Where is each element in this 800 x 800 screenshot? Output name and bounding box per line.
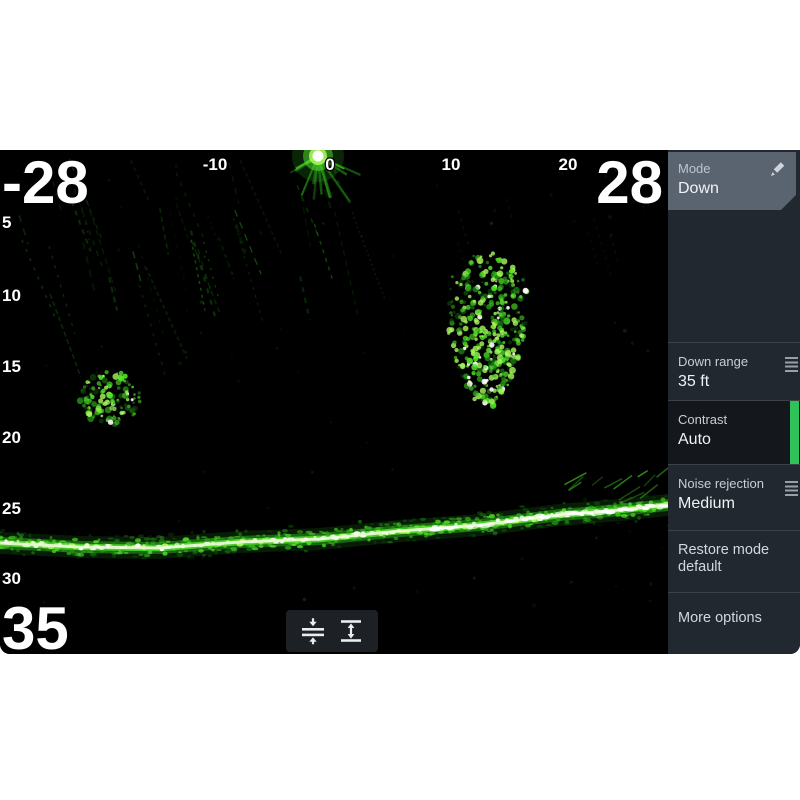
sonar-screen: -100102051015202530-282835 [0,150,800,654]
depth-range-toolbar [286,610,378,652]
more-options-label: More options [678,610,782,627]
pencil-icon [768,160,787,179]
range-adjust-button[interactable] [336,616,366,646]
menu-sidebar: Mode Down Down range 35 ft Contrast Auto [668,150,800,654]
svg-text:20: 20 [559,155,578,174]
svg-text:35: 35 [2,595,69,654]
split-position-icon [299,617,327,645]
svg-text:0: 0 [325,155,334,174]
svg-text:-28: -28 [2,150,89,216]
restore-mode-label: Restore mode default [678,542,782,576]
menu-item-restore-mode-default[interactable]: Restore mode default [668,530,800,592]
contrast-label: Contrast [678,412,790,428]
sonar-display: -100102051015202530-282835 [0,150,668,654]
list-lines-icon [785,357,798,373]
list-lines-icon [785,481,798,497]
noise-rejection-value: Medium [678,494,790,514]
svg-text:10: 10 [2,286,21,305]
contrast-value: Auto [678,430,790,450]
split-position-button[interactable] [298,616,328,646]
down-range-label: Down range [678,354,790,370]
svg-text:10: 10 [442,155,461,174]
menu-item-noise-rejection[interactable]: Noise rejection Medium [668,464,800,530]
svg-text:15: 15 [2,357,21,376]
mode-value: Down [678,179,786,199]
contrast-accent-bar [790,401,799,464]
svg-text:30: 30 [2,569,21,588]
down-range-value: 35 ft [678,372,790,392]
svg-text:-10: -10 [203,155,228,174]
menu-item-contrast[interactable]: Contrast Auto [668,400,800,464]
range-adjust-icon [337,617,365,645]
svg-text:20: 20 [2,428,21,447]
menu-item-down-range[interactable]: Down range 35 ft [668,342,800,400]
noise-rejection-label: Noise rejection [678,476,790,492]
page: -100102051015202530-282835 [0,0,800,800]
menu-item-more-options[interactable]: More options [668,592,800,654]
svg-text:28: 28 [596,150,663,216]
menu-item-mode[interactable]: Mode Down [668,152,796,210]
svg-text:25: 25 [2,499,21,518]
